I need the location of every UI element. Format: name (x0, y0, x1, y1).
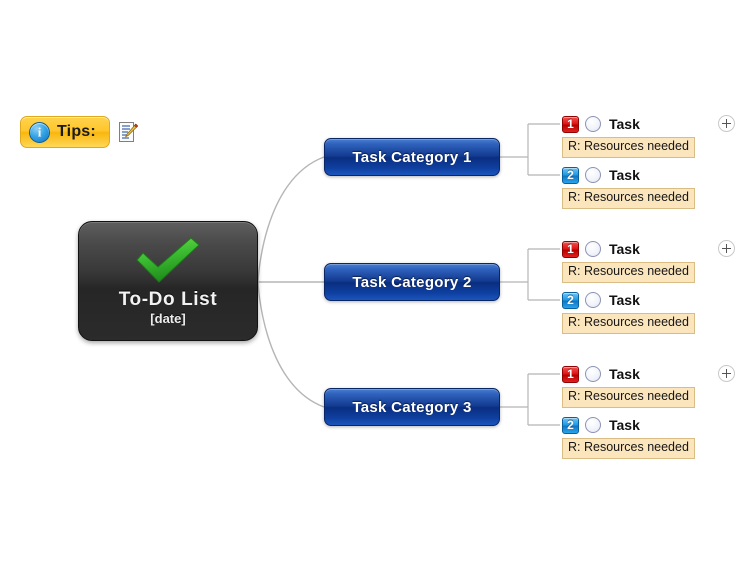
task-header: 2 Task (562, 415, 695, 435)
priority-badge[interactable]: 2 (562, 166, 579, 184)
task-header: 2 Task (562, 165, 695, 185)
expand-button-category-2[interactable] (718, 240, 735, 257)
task-header: 1 Task (562, 239, 695, 259)
task-header: 2 Task (562, 290, 695, 310)
task-item-1-1[interactable]: 1 Task R: Resources needed (562, 114, 695, 158)
central-node-title: To-Do List (118, 289, 218, 310)
task-header: 1 Task (562, 114, 695, 134)
resource-tag: R: Resources needed (562, 188, 695, 209)
priority-badge[interactable]: 1 (562, 365, 579, 383)
resource-tag: R: Resources needed (562, 438, 695, 459)
category-label: Task Category 1 (352, 148, 472, 166)
category-node-2[interactable]: Task Category 2 (324, 263, 500, 301)
resource-tag: R: Resources needed (562, 137, 695, 158)
priority-number: 1 (567, 367, 574, 381)
mindmap-canvas: Tips: (0, 0, 750, 563)
expand-button-category-3[interactable] (718, 365, 735, 382)
task-label: Task (609, 292, 640, 308)
task-label: Task (609, 417, 640, 433)
task-status-circle-icon[interactable] (585, 116, 601, 132)
task-item-2-2[interactable]: 2 Task R: Resources needed (562, 290, 695, 334)
task-label: Task (609, 116, 640, 132)
note-pencil-icon[interactable] (118, 121, 139, 143)
priority-number: 2 (567, 293, 574, 307)
task-label: Task (609, 366, 640, 382)
priority-badge[interactable]: 1 (562, 240, 579, 258)
priority-number: 1 (567, 242, 574, 256)
priority-badge[interactable]: 1 (562, 115, 579, 133)
task-item-1-2[interactable]: 2 Task R: Resources needed (562, 165, 695, 209)
green-check-icon (131, 234, 205, 286)
resource-tag: R: Resources needed (562, 387, 695, 408)
resource-tag: R: Resources needed (562, 313, 695, 334)
priority-badge[interactable]: 2 (562, 416, 579, 434)
task-status-circle-icon[interactable] (585, 241, 601, 257)
task-status-circle-icon[interactable] (585, 366, 601, 382)
task-header: 1 Task (562, 364, 695, 384)
expand-button-category-1[interactable] (718, 115, 735, 132)
central-node[interactable]: To-Do List [date] (78, 221, 258, 341)
category-node-1[interactable]: Task Category 1 (324, 138, 500, 176)
task-item-3-2[interactable]: 2 Task R: Resources needed (562, 415, 695, 459)
tips-label: Tips: (57, 123, 96, 140)
priority-badge[interactable]: 2 (562, 291, 579, 309)
task-label: Task (609, 167, 640, 183)
task-item-3-1[interactable]: 1 Task R: Resources needed (562, 364, 695, 408)
task-item-2-1[interactable]: 1 Task R: Resources needed (562, 239, 695, 283)
priority-number: 2 (567, 168, 574, 182)
info-icon (29, 121, 50, 143)
tips-callout[interactable]: Tips: (20, 116, 139, 148)
priority-number: 2 (567, 418, 574, 432)
tips-badge[interactable]: Tips: (20, 116, 110, 148)
task-status-circle-icon[interactable] (585, 417, 601, 433)
central-node-subtitle: [date] (150, 310, 186, 326)
task-status-circle-icon[interactable] (585, 292, 601, 308)
task-label: Task (609, 241, 640, 257)
task-status-circle-icon[interactable] (585, 167, 601, 183)
priority-number: 1 (567, 117, 574, 131)
category-label: Task Category 2 (352, 273, 472, 291)
category-label: Task Category 3 (352, 398, 472, 416)
resource-tag: R: Resources needed (562, 262, 695, 283)
category-node-3[interactable]: Task Category 3 (324, 388, 500, 426)
